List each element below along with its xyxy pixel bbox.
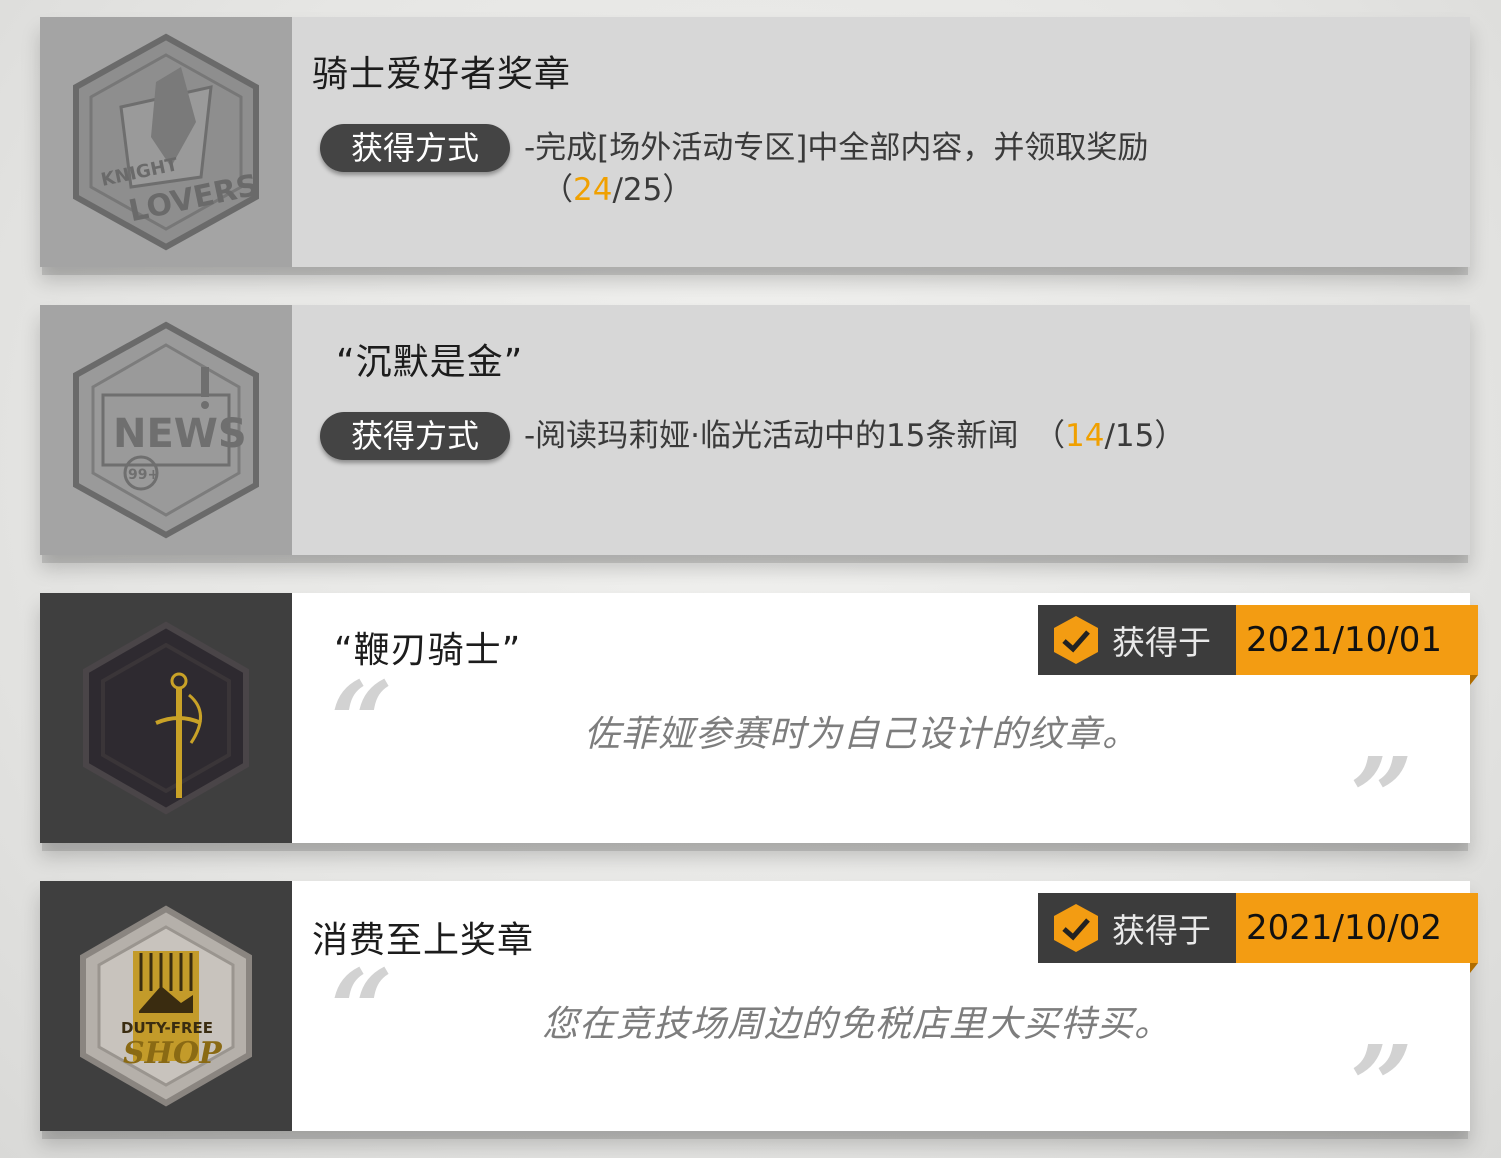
duty-free-shop-badge-icon: DUTY-FREE SHOP <box>80 905 252 1107</box>
method-description: -阅读玛莉娅·临光活动中的15条新闻 （14/15） <box>524 418 1186 454</box>
badge-description: 您在竞技场周边的免税店里大买特买。 <box>542 1004 1172 1045</box>
method-label: 获得方式 <box>320 412 510 460</box>
badge-card[interactable]: KNIGHT LOVERS 骑士爱好者奖章 获得方式 -完成[场外活动专区]中全… <box>40 17 1470 267</box>
svg-text:NEWS: NEWS <box>113 411 247 457</box>
open-quote-icon: “ <box>330 657 394 786</box>
badge-thumbnail <box>40 593 292 843</box>
acquired-date: 2021/10/01 <box>1236 605 1478 675</box>
method-text: -完成[场外活动专区]中全部内容，并领取奖励 <box>524 130 1149 166</box>
acquired-tag: 获得于 2021/10/02 <box>1038 893 1478 973</box>
close-quote-icon: ” <box>1350 733 1414 862</box>
knight-lovers-badge-icon: KNIGHT LOVERS <box>73 33 261 251</box>
progress-current: 24 <box>573 172 613 208</box>
badge-card[interactable]: NEWS 99+ “沉默是金” 获得方式 -阅读玛莉娅·临光活动中的15条新闻 … <box>40 305 1470 555</box>
badge-title: 骑士爱好者奖章 <box>312 54 572 95</box>
method-description: -完成[场外活动专区]中全部内容，并领取奖励 （24/25） <box>524 127 1148 211</box>
check-icon <box>1054 904 1098 952</box>
method-label: 获得方式 <box>320 124 510 172</box>
acquired-date: 2021/10/02 <box>1236 893 1478 963</box>
acquired-label: 获得于 <box>1112 623 1211 662</box>
badge-thumbnail: DUTY-FREE SHOP <box>40 881 292 1131</box>
progress-current: 14 <box>1065 418 1105 454</box>
check-icon <box>1054 616 1098 664</box>
svg-text:SHOP: SHOP <box>123 1036 223 1071</box>
acquired-label: 获得于 <box>1112 911 1211 950</box>
badge-thumbnail: KNIGHT LOVERS <box>40 17 292 267</box>
badge-thumbnail: NEWS 99+ <box>40 305 292 555</box>
badge-title: “沉默是金” <box>336 342 524 383</box>
news-badge-icon: NEWS 99+ <box>73 321 259 539</box>
badge-card[interactable]: DUTY-FREE SHOP 消费至上奖章 获得于 2021/10/02 “ 您… <box>40 881 1478 1141</box>
method-text: -阅读玛莉娅·临光活动中的15条新闻 （ <box>524 418 1065 454</box>
acquired-tag: 获得于 2021/10/01 <box>1038 605 1478 685</box>
badge-card[interactable]: “鞭刃骑士” 获得于 2021/10/01 “ 佐菲娅参赛时为自己设计的纹章。 … <box>40 593 1478 853</box>
badge-description: 佐菲娅参赛时为自己设计的纹章。 <box>584 714 1140 755</box>
svg-text:DUTY-FREE: DUTY-FREE <box>121 1019 213 1037</box>
open-quote-icon: “ <box>330 945 394 1074</box>
progress-counter: （24/25） <box>542 172 694 208</box>
close-quote-icon: ” <box>1350 1021 1414 1150</box>
whip-blade-sword-badge-icon <box>83 621 249 815</box>
svg-text:99+: 99+ <box>128 467 159 483</box>
